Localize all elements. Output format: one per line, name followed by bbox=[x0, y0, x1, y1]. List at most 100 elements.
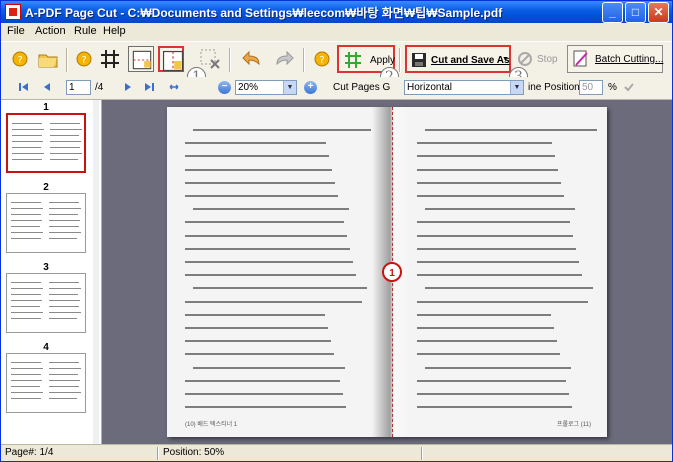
zoom-value: 20% bbox=[238, 82, 259, 93]
page-text-line bbox=[185, 181, 335, 184]
percent-label: % bbox=[608, 82, 617, 93]
horizontal-cut-icon[interactable] bbox=[128, 46, 154, 72]
page-text-line bbox=[417, 300, 588, 303]
first-page-icon[interactable] bbox=[19, 82, 29, 92]
menu-action[interactable]: Action bbox=[35, 25, 66, 37]
cut-pages-label: Cut Pages G bbox=[333, 82, 391, 93]
thumbnail-panel: 1 2 3 4 bbox=[1, 100, 102, 444]
menu-bar: File Action Rule Help bbox=[1, 23, 672, 41]
page-text-line bbox=[185, 168, 332, 171]
thumbnail-scrollbar[interactable] bbox=[93, 100, 99, 444]
page-text-line bbox=[185, 353, 334, 356]
page-text-line bbox=[193, 129, 371, 131]
batch-cutting-button[interactable]: Batch Cutting... bbox=[567, 45, 663, 73]
save-disk-icon bbox=[412, 53, 426, 67]
thumbnail-page-4[interactable] bbox=[6, 353, 86, 413]
toolbar-separator bbox=[399, 48, 401, 72]
thumbnail-page-1[interactable] bbox=[6, 113, 86, 173]
page-text-line bbox=[417, 247, 576, 250]
page-number-input[interactable]: 1 bbox=[66, 80, 91, 95]
cut-mode-value: Horizontal bbox=[407, 82, 453, 93]
thumbnail-number: 1 bbox=[43, 102, 49, 113]
page-text-line bbox=[417, 261, 579, 263]
page-text-line bbox=[185, 379, 340, 382]
page-text-line bbox=[425, 129, 597, 131]
page-text-line bbox=[417, 221, 570, 224]
line-position-input[interactable]: 50 bbox=[579, 80, 603, 95]
page-text-line bbox=[185, 261, 353, 263]
check-icon[interactable] bbox=[623, 81, 635, 93]
page-text-line bbox=[185, 393, 343, 395]
last-page-icon[interactable] bbox=[144, 82, 154, 92]
toolbar-separator bbox=[66, 48, 68, 72]
status-separator bbox=[157, 447, 159, 460]
menu-file[interactable]: File bbox=[7, 25, 25, 37]
page-text-line bbox=[185, 247, 350, 250]
page-total-label: /4 bbox=[95, 82, 104, 93]
redo-icon[interactable] bbox=[271, 46, 297, 72]
info-icon[interactable]: ? bbox=[7, 46, 33, 72]
svg-text:?: ? bbox=[81, 55, 86, 66]
page-text-line bbox=[417, 340, 557, 343]
close-button[interactable]: ✕ bbox=[648, 2, 669, 23]
left-page-footer: (10) 배드 텍스티너 1 bbox=[185, 422, 238, 428]
previous-page-icon[interactable] bbox=[42, 82, 52, 92]
zoom-in-icon[interactable]: + bbox=[304, 81, 317, 94]
page-text-line bbox=[425, 208, 575, 211]
next-page-icon[interactable] bbox=[123, 82, 133, 92]
zoom-select[interactable]: 20% ▼ bbox=[235, 80, 297, 95]
page-text-line bbox=[185, 274, 356, 277]
chevron-down-icon: ▼ bbox=[283, 81, 296, 94]
thumbnail-page-3[interactable] bbox=[6, 273, 86, 333]
status-page: Page#: 1/4 bbox=[5, 447, 54, 458]
app-window: A-PDF Page Cut - C:₩Documents and Settin… bbox=[0, 0, 673, 462]
page-text-line bbox=[185, 340, 331, 343]
thumbnail-page-2[interactable] bbox=[6, 193, 86, 253]
fit-width-icon[interactable] bbox=[169, 82, 179, 92]
open-folder-icon[interactable] bbox=[35, 46, 61, 72]
document-viewer[interactable]: 1 (10) 배드 텍스티너 1 프롤로그 (11) bbox=[102, 100, 672, 444]
thumbnail-number: 4 bbox=[43, 342, 49, 353]
maximize-button[interactable]: □ bbox=[625, 2, 646, 23]
remove-cut-icon[interactable] bbox=[197, 46, 223, 72]
page-text-line bbox=[417, 142, 552, 145]
page-text-line bbox=[417, 155, 555, 158]
page-text-line bbox=[185, 406, 346, 409]
batch-cutting-label: Batch Cutting... bbox=[595, 54, 664, 65]
help-icon-2[interactable]: ? bbox=[309, 46, 335, 72]
page-text-line bbox=[417, 393, 569, 395]
stop-label: Stop bbox=[537, 54, 558, 65]
status-separator bbox=[421, 447, 423, 460]
page-text-line bbox=[185, 234, 347, 237]
navigation-toolbar: 1 /4 − 20% ▼ + Cut Pages G Horizontal ▼ … bbox=[1, 77, 672, 100]
page-text-line bbox=[185, 313, 325, 316]
main-toolbar: ? ? 1 ? bbox=[1, 41, 672, 86]
title-bar[interactable]: A-PDF Page Cut - C:₩Documents and Settin… bbox=[1, 1, 672, 23]
thumbnail-number: 2 bbox=[43, 182, 49, 193]
grid-icon[interactable] bbox=[97, 46, 123, 72]
menu-rule[interactable]: Rule bbox=[74, 25, 97, 37]
page-text-line bbox=[417, 313, 551, 316]
page-text-line bbox=[185, 142, 326, 145]
minimize-button[interactable]: _ bbox=[602, 2, 623, 23]
dropdown-arrow-icon: ▼ bbox=[502, 56, 509, 63]
cut-line-marker[interactable]: 1 bbox=[382, 262, 402, 282]
menu-help[interactable]: Help bbox=[103, 25, 126, 37]
page-text-line bbox=[417, 327, 554, 329]
page-text-line bbox=[417, 181, 561, 184]
zoom-out-icon[interactable]: − bbox=[218, 81, 231, 94]
page-text-line bbox=[185, 300, 362, 303]
batch-icon bbox=[573, 50, 588, 67]
toolbar-separator bbox=[229, 48, 231, 72]
stop-icon bbox=[518, 52, 532, 66]
undo-icon[interactable] bbox=[239, 46, 265, 72]
status-position: Position: 50% bbox=[163, 447, 225, 458]
help-icon[interactable]: ? bbox=[71, 46, 97, 72]
stop-button[interactable]: Stop bbox=[514, 45, 562, 73]
page-text-line bbox=[417, 274, 582, 277]
cut-mode-select[interactable]: Horizontal ▼ bbox=[404, 80, 524, 95]
toolbar-separator bbox=[303, 48, 305, 72]
vertical-cut-icon[interactable] bbox=[158, 46, 184, 72]
page-text-line bbox=[185, 195, 338, 197]
cut-and-save-button[interactable]: Cut and Save As ▼ bbox=[405, 45, 511, 73]
